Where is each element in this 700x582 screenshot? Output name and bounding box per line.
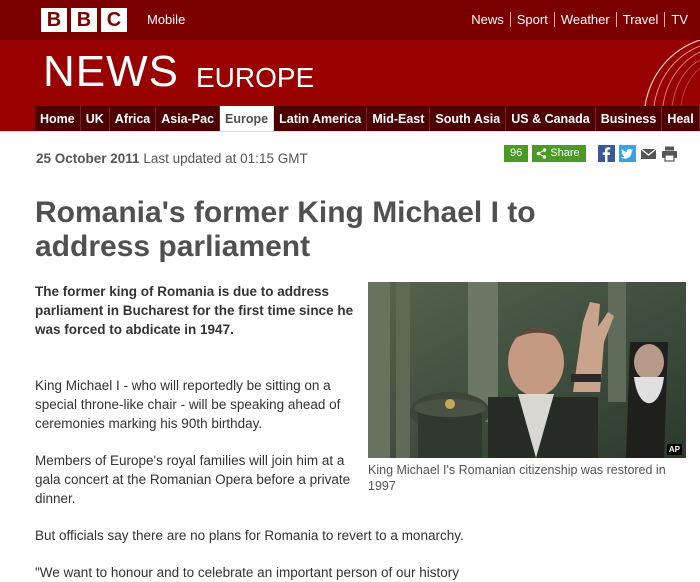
facebook-icon[interactable] [597, 145, 615, 162]
top-nav: News Sport Weather Travel TV [465, 12, 694, 27]
photo-illustration [368, 282, 686, 458]
article-headline: Romania's former King Michael I to addre… [35, 196, 536, 263]
article-paragraph-3: But officials say there are no plans for… [35, 528, 464, 543]
nav-asia-pac[interactable]: Asia-Pac [156, 106, 221, 132]
section-nav: Home UK Africa Asia-Pac Europe Latin Ame… [0, 106, 700, 132]
article-intro: The former king of Romania is due to add… [35, 284, 354, 337]
nav-mid-east[interactable]: Mid-East [367, 106, 431, 132]
share-count: 96 [504, 145, 529, 162]
article-photo: AP [368, 282, 686, 458]
news-title[interactable]: NEWS [43, 48, 179, 96]
bbc-logo[interactable]: B B C [41, 8, 127, 32]
article-paragraph-4: "We want to honour and to celebrate an i… [35, 565, 460, 580]
top-nav-weather[interactable]: Weather [553, 12, 616, 27]
nav-home[interactable]: Home [35, 106, 81, 132]
share-icon [536, 148, 547, 159]
nav-south-asia[interactable]: South Asia [430, 106, 507, 132]
section-nav-items: Home UK Africa Asia-Pac Europe Latin Ame… [35, 106, 700, 132]
top-nav-tv[interactable]: TV [664, 12, 694, 27]
nav-uk[interactable]: UK [81, 106, 110, 132]
nav-business[interactable]: Business [596, 106, 663, 132]
photo-caption: King Michael I's Romanian citizenship wa… [368, 463, 666, 493]
nav-health[interactable]: Heal [662, 106, 700, 132]
share-bar: 96 Share [504, 145, 678, 162]
email-icon[interactable] [640, 145, 657, 162]
nav-us-canada[interactable]: US & Canada [506, 106, 596, 132]
photo-credit: AP [666, 444, 682, 455]
share-label: Share [550, 147, 580, 159]
bbc-logo-letter-c: C [101, 8, 127, 32]
article-date: 25 October 2011 [36, 151, 140, 166]
dateline: 25 October 2011 Last updated at 01:15 GM… [36, 151, 308, 166]
print-icon[interactable] [661, 145, 678, 162]
mobile-link[interactable]: Mobile [147, 12, 185, 27]
top-nav-sport[interactable]: Sport [509, 12, 554, 27]
last-updated: Last updated at 01:15 GMT [143, 151, 308, 166]
article-paragraph-2: Members of Europe's royal families will … [35, 453, 351, 506]
top-nav-news[interactable]: News [465, 12, 510, 27]
news-banner: NEWS EUROPE [0, 40, 700, 106]
bbc-masthead: B B C Mobile News Sport Weather Travel T… [0, 0, 700, 40]
nav-latin-america[interactable]: Latin America [274, 106, 368, 132]
twitter-icon[interactable] [618, 145, 636, 162]
article-paragraph-1: King Michael I - who will reportedly be … [35, 378, 341, 431]
top-nav-travel[interactable]: Travel [615, 12, 665, 27]
bbc-logo-letter-b1: B [41, 8, 67, 32]
bbc-logo-letter-b2: B [71, 8, 97, 32]
section-nav-leftpad [0, 106, 35, 132]
banner-swoosh-graphic [644, 40, 700, 106]
share-button[interactable]: Share [532, 145, 586, 162]
nav-africa[interactable]: Africa [110, 106, 157, 132]
section-title[interactable]: EUROPE [196, 61, 314, 95]
nav-divider [0, 131, 700, 132]
nav-europe[interactable]: Europe [220, 106, 275, 132]
